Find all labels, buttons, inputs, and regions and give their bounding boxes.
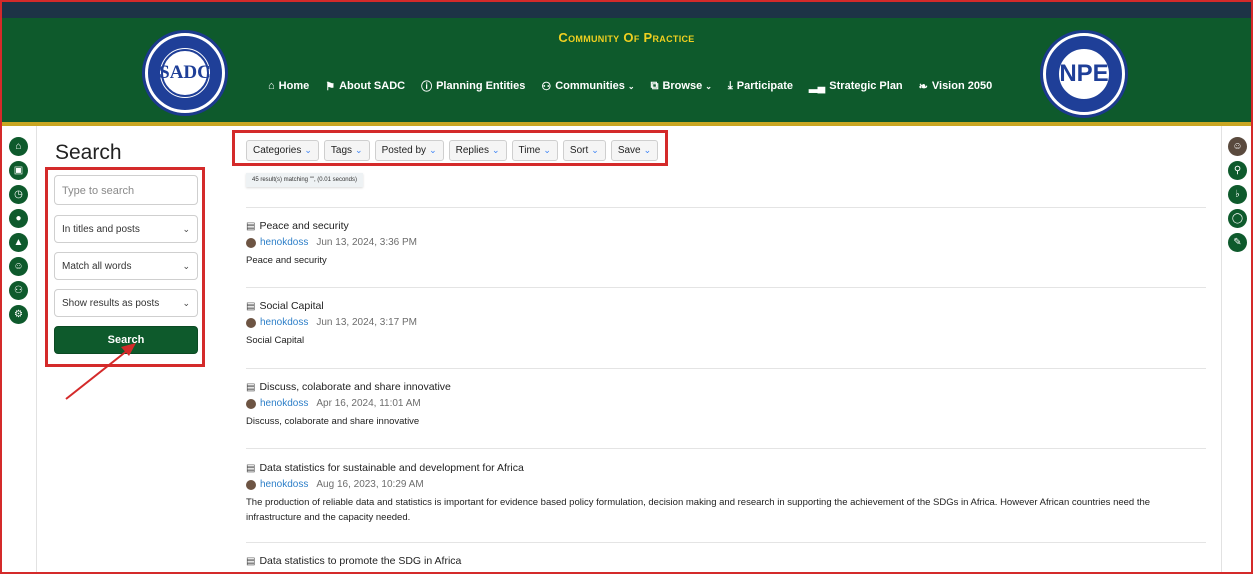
filter-save[interactable]: Save ⌄	[610, 140, 659, 161]
filter-tags[interactable]: Tags ⌄	[323, 140, 370, 161]
sadc-logo-text: SADC	[159, 49, 211, 97]
filter-label: Sort	[569, 145, 589, 156]
result-body: Discuss, colaborate and share innovative	[246, 416, 420, 427]
filter-label: Tags	[330, 145, 353, 156]
result-title[interactable]: ▤ Data statistics for sustainable and dev…	[246, 462, 1208, 474]
result-date[interactable]: Aug 16, 2023, 10:29 AM	[316, 479, 423, 490]
result-user[interactable]: henokdoss	[260, 479, 308, 490]
filter-categories[interactable]: Categories ⌄	[246, 140, 319, 161]
chevron-down-icon: ⌄	[591, 145, 599, 155]
result-meta: henokdoss Aug 16, 2023, 10:29 AM	[246, 479, 1208, 490]
chevron-down-icon: ⌄	[643, 145, 652, 155]
filter-sort[interactable]: Sort ⌄	[562, 140, 606, 161]
result-meta: henokdoss Apr 16, 2024, 11:01 AM	[246, 398, 1208, 409]
result-title-text: Social Capital	[259, 300, 324, 312]
filter-time[interactable]: Time ⌄	[511, 140, 558, 161]
chevron-down-icon: ⌄	[491, 145, 500, 155]
filter-replies[interactable]: Replies ⌄	[448, 140, 507, 161]
result-meta: henokdoss Jun 13, 2024, 3:36 PM	[246, 237, 1208, 248]
divider	[246, 448, 1206, 449]
result-body: Peace and security	[246, 255, 327, 266]
document-icon: ▤	[246, 462, 256, 474]
avatar	[246, 237, 256, 248]
result-date[interactable]: Apr 16, 2024, 11:01 AM	[316, 398, 420, 409]
chevron-down-icon: ⌄	[355, 145, 363, 155]
result-item: ▤ Peace and security henokdoss Jun 13, 202…	[246, 220, 1208, 268]
results-count: 45 result(s) matching "", (0.01 seconds)	[246, 173, 363, 187]
avatar	[246, 479, 256, 490]
filter-bar: Categories ⌄ Tags ⌄ Posted by ⌄ Replies ⌄ Ti…	[246, 140, 659, 161]
result-title-text: Data statistics to promote the SDG in Af…	[259, 555, 462, 567]
result-title[interactable]: ▤ Social Capital	[246, 300, 1208, 312]
result-item: ▤ Discuss, colaborate and share innovativ…	[246, 381, 1208, 429]
chevron-down-icon: ⌄	[543, 145, 551, 155]
result-title-text: Discuss, colaborate and share innovative	[259, 381, 451, 393]
npe-logo-text: NPE	[1057, 47, 1111, 101]
result-body: The production of reliable data and stat…	[246, 497, 1151, 523]
result-user[interactable]: henokdoss	[260, 237, 308, 248]
result-item: ▤ Data statistics to promote the SDG in A…	[246, 555, 1208, 567]
avatar	[246, 398, 256, 409]
result-user[interactable]: henokdoss	[260, 317, 308, 328]
divider	[246, 542, 1206, 543]
result-title[interactable]: ▤ Peace and security	[246, 220, 1208, 232]
filter-label: Replies	[455, 145, 489, 156]
document-icon: ▤	[246, 381, 256, 393]
result-item: ▤ Data statistics for sustainable and dev…	[246, 462, 1208, 525]
result-date[interactable]: Jun 13, 2024, 3:17 PM	[316, 317, 417, 328]
result-title-text: Peace and security	[259, 220, 349, 232]
filter-label: Posted by	[381, 145, 427, 156]
result-user[interactable]: henokdoss	[260, 398, 308, 409]
chevron-down-icon: ⌄	[429, 145, 437, 155]
filter-posted-by[interactable]: Posted by ⌄	[374, 140, 444, 161]
result-title[interactable]: ▤ Discuss, colaborate and share innovativ…	[246, 381, 1208, 393]
result-meta: henokdoss Jun 13, 2024, 3:17 PM	[246, 317, 1208, 328]
result-item: ▤ Social Capital henokdoss Jun 13, 2024, 3…	[246, 300, 1208, 348]
avatar	[246, 317, 256, 328]
divider	[246, 207, 1206, 208]
document-icon: ▤	[246, 300, 256, 312]
chevron-down-icon: ⌄	[304, 145, 312, 155]
result-date[interactable]: Jun 13, 2024, 3:36 PM	[316, 237, 417, 248]
divider	[246, 368, 1206, 369]
filter-label: Time	[518, 145, 541, 156]
result-title-text: Data statistics for sustainable and deve…	[259, 462, 524, 474]
result-body: Social Capital	[246, 335, 305, 346]
result-title[interactable]: ▤ Data statistics to promote the SDG in A…	[246, 555, 1208, 567]
filter-label: Categories	[253, 145, 302, 156]
divider	[246, 287, 1206, 288]
document-icon: ▤	[246, 220, 256, 232]
document-icon: ▤	[246, 555, 256, 567]
filter-label: Save	[617, 145, 641, 156]
